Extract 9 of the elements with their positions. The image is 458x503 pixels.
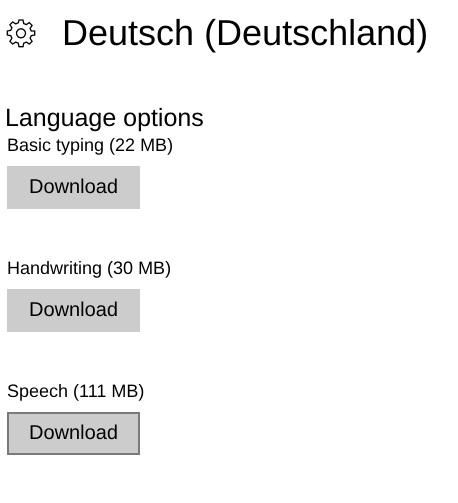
- option-label: Speech (111 MB): [7, 380, 146, 403]
- download-button[interactable]: Download: [7, 412, 140, 455]
- option-label: Handwriting (30 MB): [7, 257, 172, 280]
- section-heading: Language options: [5, 103, 205, 133]
- settings-icon: [6, 18, 36, 48]
- page-title: Deutsch (Deutschland): [62, 12, 428, 54]
- download-button[interactable]: Download: [7, 166, 140, 209]
- option-label: Basic typing (22 MB): [7, 134, 174, 157]
- download-button[interactable]: Download: [7, 289, 140, 332]
